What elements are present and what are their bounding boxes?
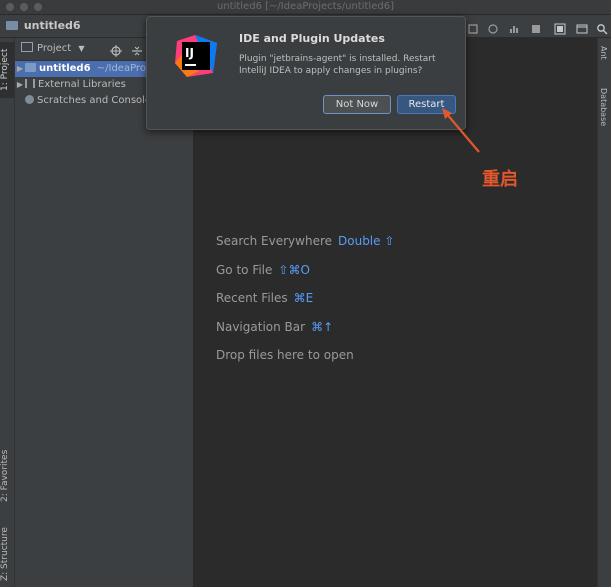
- right-tool-stripe: Ant Database: [597, 38, 611, 587]
- expand-arrow-icon[interactable]: ▶: [15, 61, 25, 77]
- logo-text: IJ: [185, 46, 194, 60]
- tree-item-label: untitled6: [39, 63, 91, 74]
- project-view-dropdown[interactable]: Project ▼: [21, 42, 85, 54]
- project-structure-icon[interactable]: [554, 20, 566, 35]
- left-tool-stripe: 1: Project 2: Favorites Z: Structure: [0, 38, 15, 587]
- coverage-icon[interactable]: [508, 20, 520, 33]
- tab-database[interactable]: Database: [599, 88, 608, 126]
- nav-project-crumb[interactable]: untitled6: [6, 19, 81, 32]
- annotation-label: 重启: [482, 169, 518, 190]
- hint-navigation-bar: Navigation Bar ⌘↑: [216, 320, 334, 334]
- hint-search-everywhere: Search Everywhere Double ⇧: [216, 234, 395, 248]
- build-icon[interactable]: [467, 20, 479, 34]
- project-view-icon: [21, 42, 33, 52]
- scratch-icon: [25, 95, 34, 104]
- tree-item-path: ~/IdeaProj: [96, 63, 149, 74]
- project-view-label: Project: [37, 43, 72, 54]
- debug-icon[interactable]: [487, 20, 499, 34]
- nav-project-label: untitled6: [23, 19, 81, 32]
- tab-structure[interactable]: Z: Structure: [0, 524, 14, 584]
- restart-button[interactable]: Restart: [397, 95, 456, 114]
- tab-project[interactable]: 1: Project: [0, 42, 14, 98]
- expand-arrow-icon[interactable]: ▶: [15, 77, 25, 93]
- tab-favorites[interactable]: 2: Favorites: [0, 446, 14, 506]
- locate-icon[interactable]: [110, 42, 122, 61]
- library-icon: [25, 79, 35, 88]
- not-now-button[interactable]: Not Now: [323, 95, 391, 114]
- window-title-bar: untitled6 [~/IdeaProjects/untitled6]: [0, 0, 611, 15]
- search-icon[interactable]: [596, 20, 608, 35]
- hint-go-to-file: Go to File ⇧⌘O: [216, 263, 310, 277]
- plugin-update-notification: IJ IDE and Plugin Updates Plugin "jetbra…: [146, 16, 466, 130]
- intellij-logo-icon: IJ: [173, 33, 219, 79]
- stop-icon[interactable]: [530, 20, 542, 33]
- tab-ant[interactable]: Ant: [599, 46, 608, 60]
- notification-body: Plugin "jetbrains-agent" is installed. R…: [239, 54, 436, 76]
- folder-icon: [6, 21, 18, 30]
- tree-item-label: External Libraries: [38, 79, 126, 90]
- chevron-down-icon: ▼: [78, 44, 85, 53]
- hint-drop-files: Drop files here to open: [216, 348, 354, 362]
- tree-item-label: Scratches and Consoles: [37, 95, 157, 106]
- hint-recent-files: Recent Files ⌘E: [216, 291, 314, 305]
- collapse-all-icon[interactable]: [131, 42, 143, 61]
- module-folder-icon: [25, 63, 36, 72]
- layout-icon[interactable]: [576, 20, 588, 34]
- window-title: untitled6 [~/IdeaProjects/untitled6]: [217, 1, 394, 12]
- notification-title: IDE and Plugin Updates: [239, 32, 385, 45]
